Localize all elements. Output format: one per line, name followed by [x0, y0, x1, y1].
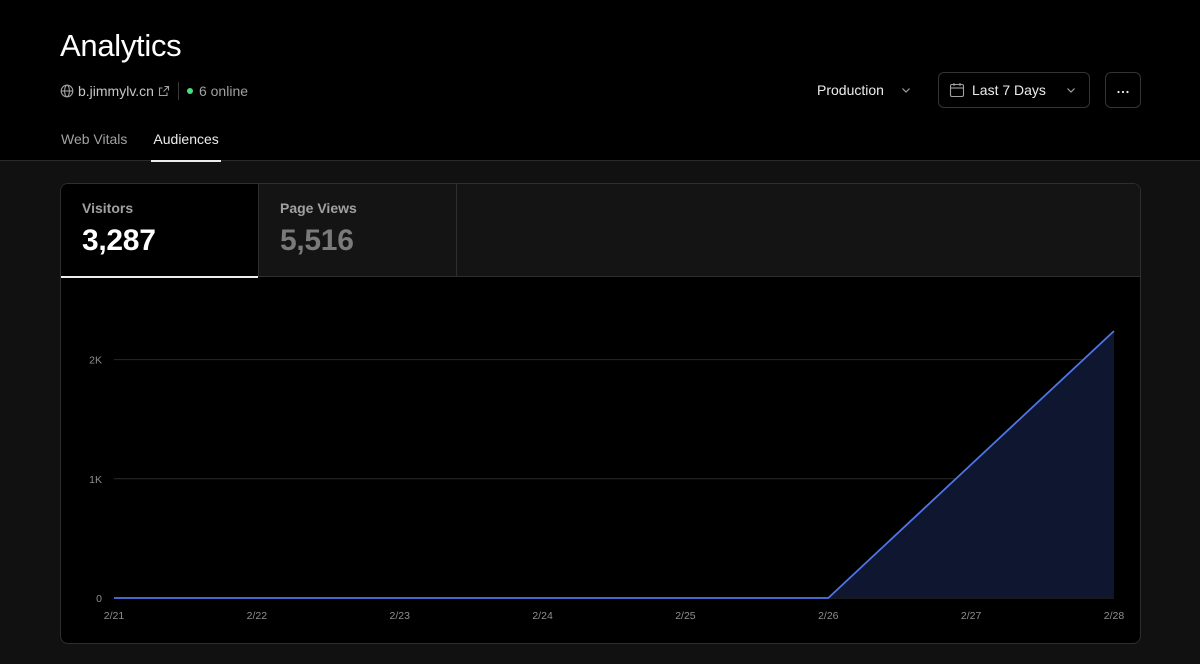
- x-tick-label: 2/21: [104, 610, 125, 622]
- meta-divider: [177, 82, 179, 100]
- tab-audiences[interactable]: Audiences: [151, 122, 222, 162]
- project-meta: b.jimmylv.cn 6 online: [60, 82, 248, 100]
- metric-label: Page Views: [280, 200, 357, 216]
- page-title: Analytics: [60, 28, 182, 63]
- metric-value: 5,516: [280, 224, 354, 257]
- more-options-button[interactable]: [1105, 72, 1141, 108]
- environment-value: Production: [817, 82, 884, 98]
- x-tick-label: 2/28: [1104, 610, 1125, 622]
- tab-web-vitals[interactable]: Web Vitals: [60, 122, 128, 161]
- external-link-icon[interactable]: [158, 85, 170, 97]
- online-status-dot: [186, 88, 193, 94]
- audiences-card: Visitors 3,287 Page Views 5,516 0 1K 2K 2/2…: [60, 183, 1141, 644]
- metric-visitors[interactable]: Visitors 3,287: [61, 184, 259, 278]
- metric-page-views[interactable]: Page Views 5,516: [259, 184, 457, 277]
- y-tick-label: 2K: [89, 355, 102, 367]
- x-tick-label: 2/22: [247, 610, 268, 622]
- online-count: 6 online: [198, 83, 249, 99]
- globe-icon: [60, 84, 74, 98]
- environment-select[interactable]: Production: [806, 72, 926, 108]
- series-area: [114, 330, 1114, 598]
- page-header: Analytics b.jimmylv.cn 6 online Producti…: [0, 0, 1200, 162]
- date-range-value: Last 7 Days: [972, 82, 1046, 98]
- x-tick-label: 2/25: [675, 610, 696, 622]
- date-range-select[interactable]: Last 7 Days: [938, 72, 1090, 108]
- metric-label: Visitors: [82, 200, 134, 216]
- calendar-icon: [949, 82, 965, 98]
- x-tick-label: 2/23: [389, 610, 410, 622]
- analytics-tabs: Web Vitals Audiences: [60, 122, 222, 162]
- y-tick-label: 1K: [89, 474, 102, 486]
- visitors-chart-svg: 0 1K 2K 2/21 2/22 2/23 2/24 2/25 2/26 2/27 2/28: [89, 330, 1125, 622]
- chevron-down-icon: [900, 84, 912, 96]
- x-tick-label: 2/26: [818, 610, 839, 622]
- metric-value: 3,287: [82, 224, 156, 257]
- visitors-chart: 0 1K 2K 2/21 2/22 2/23 2/24 2/25 2/26 2/27 2/28: [61, 277, 1140, 643]
- y-tick-label: 0: [96, 593, 102, 605]
- x-tick-label: 2/27: [961, 610, 982, 622]
- metric-tabs: Visitors 3,287 Page Views 5,516: [61, 184, 1140, 278]
- chevron-down-icon: [1065, 84, 1077, 96]
- ellipsis-icon: [1116, 81, 1130, 99]
- x-tick-label: 2/24: [532, 610, 553, 622]
- domain-link[interactable]: b.jimmylv.cn: [78, 83, 154, 99]
